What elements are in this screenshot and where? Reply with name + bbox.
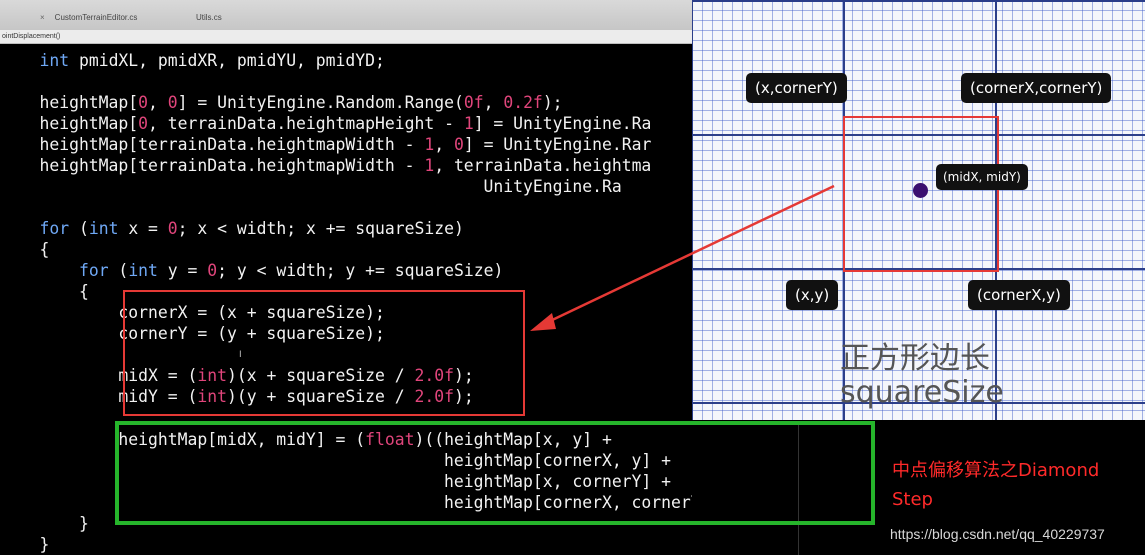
pointer-arrow xyxy=(530,184,835,331)
